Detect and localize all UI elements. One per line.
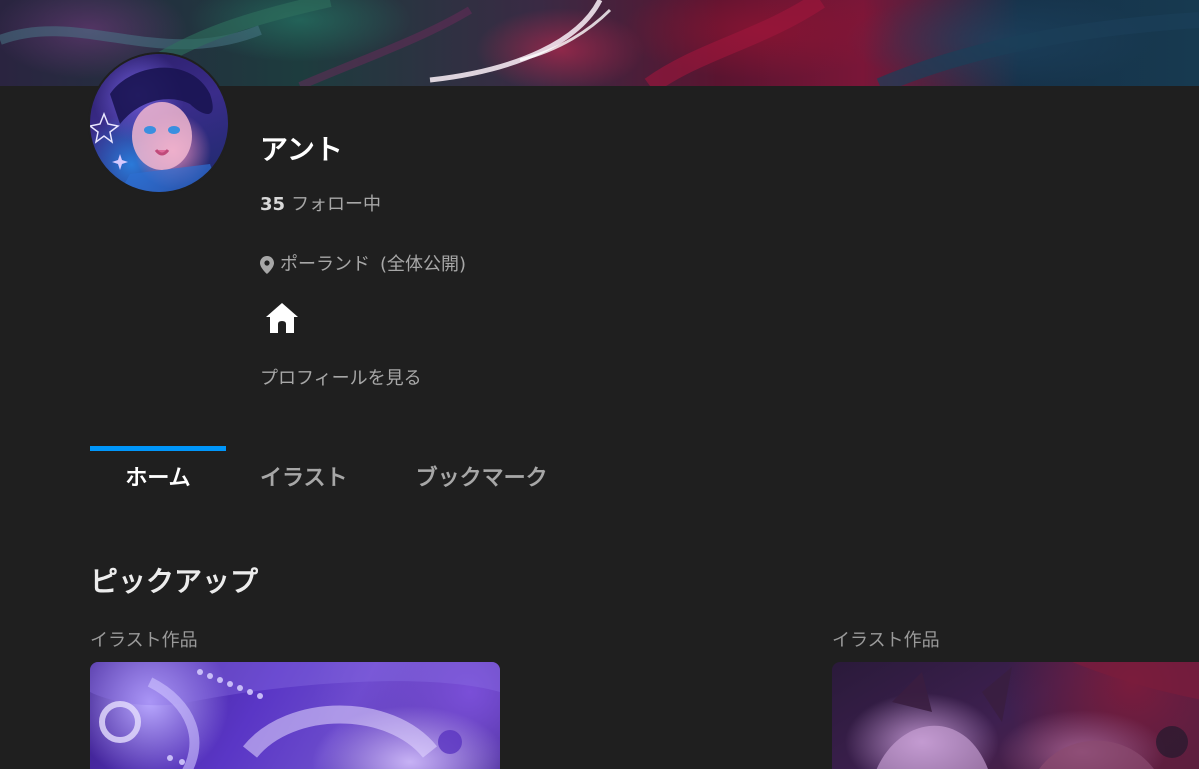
user-name: アント [260,133,343,166]
tab-illustrations[interactable]: イラスト [226,446,382,506]
map-pin-icon [260,256,274,274]
pickup-artwork-thumbnail[interactable] [832,662,1199,769]
tab-home[interactable]: ホーム [90,446,226,506]
following-count[interactable]: 35 フォロー中 [260,192,381,218]
home-icon [265,302,299,338]
pickup-artwork-thumbnail[interactable] [90,662,500,769]
tab-bookmarks[interactable]: ブックマーク [382,446,582,506]
pickup-item-label: イラスト作品 [832,630,940,651]
location-text: ポーランド [280,254,370,275]
location-info: ポーランド (全体公開) [260,252,466,278]
view-profile-link[interactable]: プロフィールを見る [260,366,422,392]
location-visibility: (全体公開) [380,254,467,275]
pickup-title: ピックアップ [90,565,259,598]
profile-page: アント 35 フォロー中 ポーランド (全体公開) プロフィールを見る ホーム イ… [0,0,1199,769]
pickup-item-label: イラスト作品 [90,630,198,651]
following-label: フォロー中 [291,194,382,215]
following-number: 35 [260,194,286,215]
avatar[interactable] [90,54,228,192]
profile-tabs: ホーム イラスト ブックマーク [90,446,582,506]
home-link[interactable] [262,300,302,340]
